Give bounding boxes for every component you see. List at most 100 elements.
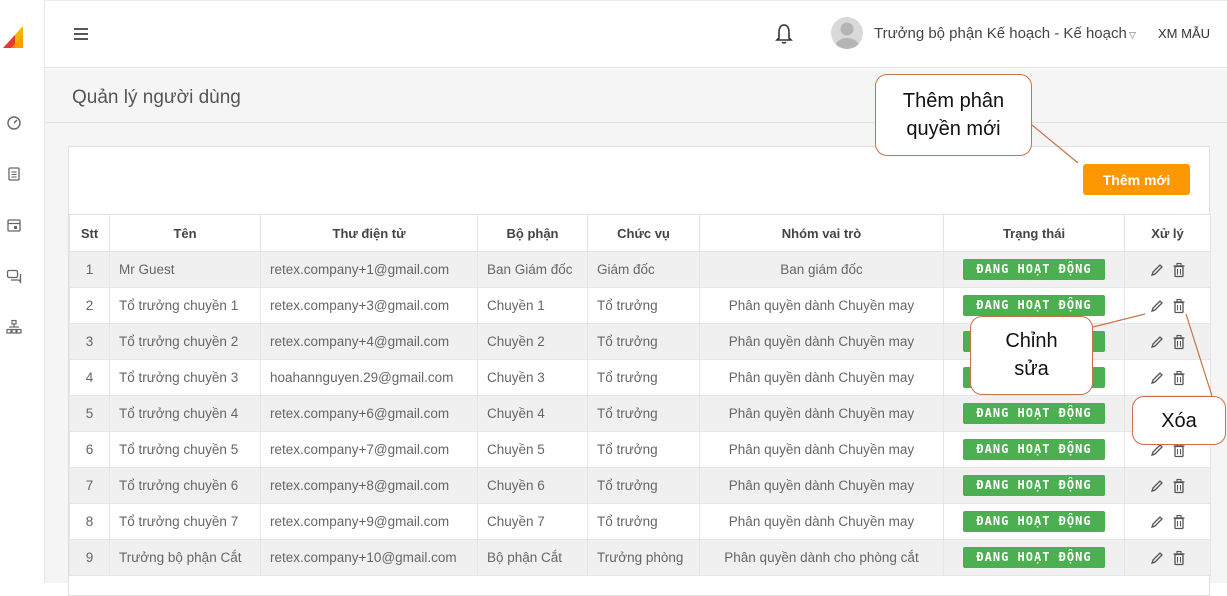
trash-icon[interactable]: [1171, 298, 1187, 314]
cell-position: Tổ trưởng: [587, 431, 700, 468]
cell-position: Tổ trưởng: [587, 287, 700, 324]
table-row[interactable]: 8 Tổ trưởng chuyền 7 retex.company+9@gmail…: [69, 503, 1211, 540]
cell-name: Tổ trưởng chuyền 1: [109, 287, 261, 324]
table-row[interactable]: 9 Trưởng bộ phận Cắt retex.company+10@gmai…: [69, 539, 1211, 576]
cell-department: Chuyền 4: [477, 395, 588, 432]
cell-name: Trưởng bộ phận Cắt: [109, 539, 261, 576]
callout-add-permission: Thêm phân quyền mới: [875, 74, 1032, 156]
edit-icon[interactable]: [1149, 262, 1165, 278]
edit-icon[interactable]: [1149, 514, 1165, 530]
trash-icon[interactable]: [1171, 334, 1187, 350]
document-icon[interactable]: [6, 166, 22, 182]
cell-status: ĐANG HOẠT ĐỘNG: [943, 467, 1125, 504]
cell-stt: 8: [69, 503, 110, 540]
cell-name: Mr Guest: [109, 251, 261, 288]
trash-icon[interactable]: [1171, 514, 1187, 530]
cell-email: hoahannguyen.29@gmail.com: [260, 359, 478, 396]
trash-icon[interactable]: [1171, 262, 1187, 278]
cell-actions: [1124, 359, 1211, 396]
chat-icon[interactable]: [6, 268, 22, 284]
cell-actions: [1124, 503, 1211, 540]
cell-stt: 1: [69, 251, 110, 288]
cell-role-group: Ban giám đốc: [699, 251, 944, 288]
top-bar: Trưởng bộ phận Kế hoạch - Kế hoạch ▽ XM …: [45, 0, 1227, 68]
user-name[interactable]: Trưởng bộ phận Kế hoạch - Kế hoạch: [874, 25, 1127, 42]
menu-icon[interactable]: [73, 27, 89, 41]
org-chart-icon[interactable]: [6, 319, 22, 335]
cell-email: retex.company+10@gmail.com: [260, 539, 478, 576]
cell-role-group: Phân quyền dành Chuyền may: [699, 431, 944, 468]
cell-status: ĐANG HOẠT ĐỘNG: [943, 503, 1125, 540]
cell-role-group: Phân quyền dành Chuyền may: [699, 323, 944, 360]
cell-department: Ban Giám đốc: [477, 251, 588, 288]
table-row[interactable]: 1 Mr Guest retex.company+1@gmail.com Ban Gi…: [69, 251, 1211, 288]
cell-name: Tổ trưởng chuyền 7: [109, 503, 261, 540]
callout-edit: Chỉnh sửa: [970, 316, 1093, 395]
user-table: Stt Tên Thư điện tử Bộ phận Chức vụ Nhóm…: [69, 214, 1211, 576]
cell-department: Chuyền 1: [477, 287, 588, 324]
cell-position: Tổ trưởng: [587, 323, 700, 360]
cell-email: retex.company+6@gmail.com: [260, 395, 478, 432]
cell-position: Tổ trưởng: [587, 359, 700, 396]
cell-email: retex.company+9@gmail.com: [260, 503, 478, 540]
trash-icon[interactable]: [1171, 370, 1187, 386]
avatar[interactable]: [831, 17, 863, 49]
edit-icon[interactable]: [1149, 298, 1165, 314]
cell-role-group: Phân quyền dành Chuyền may: [699, 503, 944, 540]
dashboard-icon[interactable]: [6, 115, 22, 131]
cell-name: Tổ trưởng chuyền 4: [109, 395, 261, 432]
column-header-name[interactable]: Tên: [109, 214, 261, 252]
cell-stt: 4: [69, 359, 110, 396]
cell-stt: 2: [69, 287, 110, 324]
callout-add-permission-text: Thêm phân quyền mới: [902, 90, 1005, 140]
cell-actions: [1124, 323, 1211, 360]
calendar-icon[interactable]: [6, 217, 22, 233]
cell-department: Chuyền 7: [477, 503, 588, 540]
cell-name: Tổ trưởng chuyền 3: [109, 359, 261, 396]
edit-icon[interactable]: [1149, 478, 1165, 494]
table-row[interactable]: 5 Tổ trưởng chuyền 4 retex.company+6@gmail…: [69, 395, 1211, 432]
cell-stt: 6: [69, 431, 110, 468]
edit-icon[interactable]: [1149, 334, 1165, 350]
cell-role-group: Phân quyền dành Chuyền may: [699, 467, 944, 504]
column-header-email[interactable]: Thư điện tử: [260, 214, 478, 252]
cell-name: Tổ trưởng chuyền 2: [109, 323, 261, 360]
cell-position: Tổ trưởng: [587, 503, 700, 540]
trash-icon[interactable]: [1171, 550, 1187, 566]
cell-status: ĐANG HOẠT ĐỘNG: [943, 539, 1125, 576]
cell-actions: [1124, 539, 1211, 576]
cell-stt: 5: [69, 395, 110, 432]
column-header-position[interactable]: Chức vụ: [587, 214, 700, 252]
sidebar: [0, 0, 45, 583]
cell-department: Chuyền 6: [477, 467, 588, 504]
column-header-status[interactable]: Trạng thái: [943, 214, 1125, 252]
organization-label[interactable]: XM MẪU: [1158, 26, 1210, 41]
table-row[interactable]: 7 Tổ trưởng chuyền 6 retex.company+8@gmail…: [69, 467, 1211, 504]
callout-delete-text: Xóa: [1161, 410, 1197, 432]
column-header-stt[interactable]: Stt: [69, 214, 110, 252]
column-header-department[interactable]: Bộ phận: [477, 214, 588, 252]
add-new-button[interactable]: Thêm mới: [1083, 164, 1190, 195]
chevron-down-icon[interactable]: ▽: [1129, 30, 1136, 41]
edit-icon[interactable]: [1149, 370, 1165, 386]
cell-status: ĐANG HOẠT ĐỘNG: [943, 395, 1125, 432]
edit-icon[interactable]: [1149, 550, 1165, 566]
cell-status: ĐANG HOẠT ĐỘNG: [943, 251, 1125, 288]
logo[interactable]: [3, 26, 23, 48]
cell-department: Chuyền 3: [477, 359, 588, 396]
bell-icon[interactable]: [775, 23, 793, 45]
cell-position: Giám đốc: [587, 251, 700, 288]
table-row[interactable]: 6 Tổ trưởng chuyền 5 retex.company+7@gmail…: [69, 431, 1211, 468]
cell-position: Tổ trưởng: [587, 395, 700, 432]
cell-email: retex.company+7@gmail.com: [260, 431, 478, 468]
page-title: Quản lý người dùng: [72, 87, 241, 108]
cell-stt: 3: [69, 323, 110, 360]
trash-icon[interactable]: [1171, 478, 1187, 494]
column-header-role-group[interactable]: Nhóm vai trò: [699, 214, 944, 252]
status-badge: ĐANG HOẠT ĐỘNG: [963, 259, 1105, 280]
cell-department: Chuyền 2: [477, 323, 588, 360]
cell-department: Chuyền 5: [477, 431, 588, 468]
status-badge: ĐANG HOẠT ĐỘNG: [963, 511, 1105, 532]
divider: [45, 122, 1227, 123]
cell-role-group: Phân quyền dành Chuyền may: [699, 287, 944, 324]
